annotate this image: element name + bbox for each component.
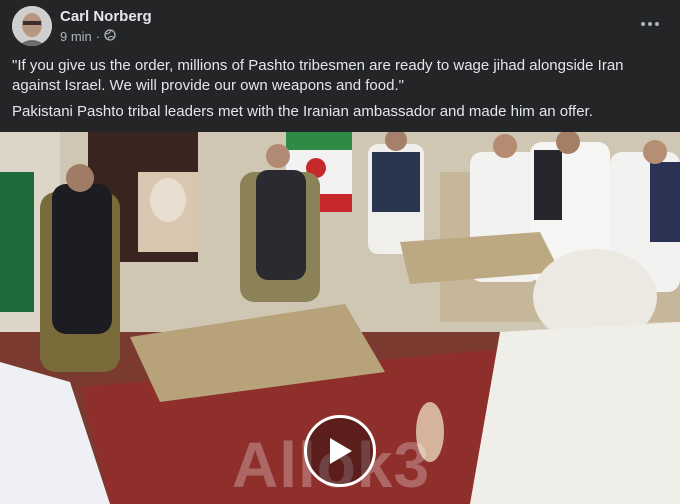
caption-body: Pakistani Pashto tribal leaders met with… <box>12 103 593 120</box>
separator-dot: · <box>95 29 101 44</box>
avatar-image <box>12 6 52 46</box>
globe-icon[interactable] <box>104 29 116 44</box>
timestamp[interactable]: 9 min <box>60 29 92 44</box>
post-caption: "If you give us the order, millions of P… <box>12 56 652 128</box>
facebook-post: Carl Norberg 9 min · "If you give us the… <box>0 0 680 504</box>
post-meta: 9 min · <box>60 29 116 44</box>
play-button[interactable] <box>304 415 376 487</box>
post-header: Carl Norberg 9 min · <box>0 0 680 50</box>
caption-quote: "If you give us the order, millions of P… <box>12 57 624 94</box>
play-icon <box>330 438 352 464</box>
author-name[interactable]: Carl Norberg <box>60 8 152 25</box>
avatar[interactable] <box>12 6 52 46</box>
more-horizontal-icon <box>641 22 659 26</box>
video-player[interactable]: Allok3 <box>0 132 680 504</box>
more-options-button[interactable] <box>634 10 666 38</box>
